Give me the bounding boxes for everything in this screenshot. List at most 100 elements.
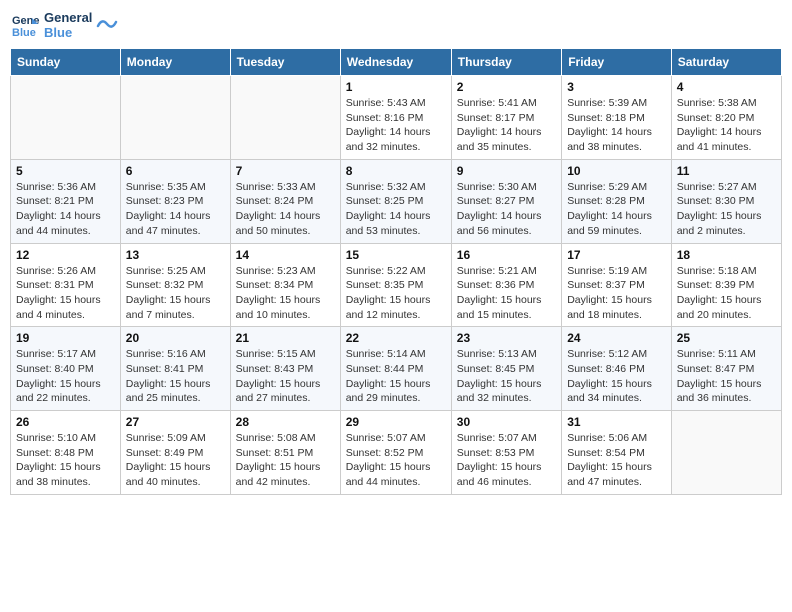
day-number: 20 [126, 331, 225, 345]
day-number: 28 [236, 415, 335, 429]
day-info: Sunrise: 5:07 AM Sunset: 8:52 PM Dayligh… [346, 431, 446, 490]
calendar-cell: 17 Sunrise: 5:19 AM Sunset: 8:37 PM Dayli… [562, 243, 672, 327]
day-number: 21 [236, 331, 335, 345]
day-number: 26 [16, 415, 115, 429]
day-info: Sunrise: 5:13 AM Sunset: 8:45 PM Dayligh… [457, 347, 556, 406]
calendar-week-5: 26Sunrise: 5:10 AM Sunset: 8:48 PM Dayli… [11, 411, 782, 495]
day-info: Sunrise: 5:19 AM Sunset: 8:37 PM Dayligh… [567, 264, 666, 323]
day-number: 2 [457, 80, 556, 94]
calendar-cell: 2 Sunrise: 5:41 AM Sunset: 8:17 PM Daylig… [451, 76, 561, 160]
calendar-table: SundayMondayTuesdayWednesdayThursdayFrid… [10, 48, 782, 495]
day-number: 11 [677, 164, 776, 178]
day-info: Sunrise: 5:11 AM Sunset: 8:47 PM Dayligh… [677, 347, 776, 406]
calendar-body: 1 Sunrise: 5:43 AM Sunset: 8:16 PM Daylig… [11, 76, 782, 495]
day-info: Sunrise: 5:41 AM Sunset: 8:17 PM Dayligh… [457, 96, 556, 155]
day-number: 24 [567, 331, 666, 345]
day-info: Sunrise: 5:38 AM Sunset: 8:20 PM Dayligh… [677, 96, 776, 155]
day-number: 1 [346, 80, 446, 94]
day-info: Sunrise: 5:23 AM Sunset: 8:34 PM Dayligh… [236, 264, 335, 323]
day-info: Sunrise: 5:33 AM Sunset: 8:24 PM Dayligh… [236, 180, 335, 239]
calendar-week-1: 1 Sunrise: 5:43 AM Sunset: 8:16 PM Daylig… [11, 76, 782, 160]
day-info: Sunrise: 5:15 AM Sunset: 8:43 PM Dayligh… [236, 347, 335, 406]
calendar-cell: 18 Sunrise: 5:18 AM Sunset: 8:39 PM Dayli… [671, 243, 781, 327]
day-info: Sunrise: 5:39 AM Sunset: 8:18 PM Dayligh… [567, 96, 666, 155]
day-number: 10 [567, 164, 666, 178]
weekday-header-monday: Monday [120, 49, 230, 76]
calendar-cell: 12Sunrise: 5:26 AM Sunset: 8:31 PM Dayli… [11, 243, 121, 327]
weekday-header-tuesday: Tuesday [230, 49, 340, 76]
calendar-cell: 10Sunrise: 5:29 AM Sunset: 8:28 PM Dayli… [562, 159, 672, 243]
calendar-cell: 26Sunrise: 5:10 AM Sunset: 8:48 PM Dayli… [11, 411, 121, 495]
calendar-cell: 13 Sunrise: 5:25 AM Sunset: 8:32 PM Dayli… [120, 243, 230, 327]
day-number: 3 [567, 80, 666, 94]
day-info: Sunrise: 5:32 AM Sunset: 8:25 PM Dayligh… [346, 180, 446, 239]
day-number: 4 [677, 80, 776, 94]
day-info: Sunrise: 5:12 AM Sunset: 8:46 PM Dayligh… [567, 347, 666, 406]
weekday-header-wednesday: Wednesday [340, 49, 451, 76]
weekday-header-friday: Friday [562, 49, 672, 76]
day-number: 8 [346, 164, 446, 178]
day-info: Sunrise: 5:26 AM Sunset: 8:31 PM Dayligh… [16, 264, 115, 323]
day-info: Sunrise: 5:14 AM Sunset: 8:44 PM Dayligh… [346, 347, 446, 406]
day-number: 19 [16, 331, 115, 345]
calendar-cell: 20Sunrise: 5:16 AM Sunset: 8:41 PM Dayli… [120, 327, 230, 411]
calendar-cell: 16Sunrise: 5:21 AM Sunset: 8:36 PM Dayli… [451, 243, 561, 327]
day-number: 17 [567, 248, 666, 262]
page-header: General Blue General Blue [10, 10, 782, 40]
calendar-cell [671, 411, 781, 495]
logo-icon: General Blue [10, 10, 40, 40]
day-number: 18 [677, 248, 776, 262]
calendar-week-4: 19Sunrise: 5:17 AM Sunset: 8:40 PM Dayli… [11, 327, 782, 411]
calendar-cell: 31 Sunrise: 5:06 AM Sunset: 8:54 PM Dayli… [562, 411, 672, 495]
logo-general: General [44, 10, 92, 25]
calendar-cell: 9 Sunrise: 5:30 AM Sunset: 8:27 PM Daylig… [451, 159, 561, 243]
day-info: Sunrise: 5:27 AM Sunset: 8:30 PM Dayligh… [677, 180, 776, 239]
day-number: 14 [236, 248, 335, 262]
day-info: Sunrise: 5:30 AM Sunset: 8:27 PM Dayligh… [457, 180, 556, 239]
calendar-cell: 6Sunrise: 5:35 AM Sunset: 8:23 PM Daylig… [120, 159, 230, 243]
calendar-cell: 14 Sunrise: 5:23 AM Sunset: 8:34 PM Dayli… [230, 243, 340, 327]
logo: General Blue General Blue [10, 10, 118, 40]
day-info: Sunrise: 5:22 AM Sunset: 8:35 PM Dayligh… [346, 264, 446, 323]
calendar-cell: 30 Sunrise: 5:07 AM Sunset: 8:53 PM Dayli… [451, 411, 561, 495]
day-number: 23 [457, 331, 556, 345]
day-info: Sunrise: 5:35 AM Sunset: 8:23 PM Dayligh… [126, 180, 225, 239]
day-number: 25 [677, 331, 776, 345]
day-info: Sunrise: 5:18 AM Sunset: 8:39 PM Dayligh… [677, 264, 776, 323]
calendar-cell: 28 Sunrise: 5:08 AM Sunset: 8:51 PM Dayli… [230, 411, 340, 495]
calendar-cell: 24 Sunrise: 5:12 AM Sunset: 8:46 PM Dayli… [562, 327, 672, 411]
calendar-cell: 5Sunrise: 5:36 AM Sunset: 8:21 PM Daylig… [11, 159, 121, 243]
day-number: 5 [16, 164, 115, 178]
calendar-cell: 19Sunrise: 5:17 AM Sunset: 8:40 PM Dayli… [11, 327, 121, 411]
logo-wave-icon [96, 16, 118, 34]
day-number: 13 [126, 248, 225, 262]
day-number: 9 [457, 164, 556, 178]
calendar-cell [11, 76, 121, 160]
logo-blue: Blue [44, 25, 92, 40]
weekday-header-row: SundayMondayTuesdayWednesdayThursdayFrid… [11, 49, 782, 76]
calendar-cell: 4 Sunrise: 5:38 AM Sunset: 8:20 PM Daylig… [671, 76, 781, 160]
calendar-cell: 3 Sunrise: 5:39 AM Sunset: 8:18 PM Daylig… [562, 76, 672, 160]
svg-text:General: General [12, 15, 40, 27]
day-info: Sunrise: 5:09 AM Sunset: 8:49 PM Dayligh… [126, 431, 225, 490]
calendar-cell [230, 76, 340, 160]
day-info: Sunrise: 5:21 AM Sunset: 8:36 PM Dayligh… [457, 264, 556, 323]
logo-text-block: General Blue [44, 10, 92, 40]
calendar-cell [120, 76, 230, 160]
day-info: Sunrise: 5:43 AM Sunset: 8:16 PM Dayligh… [346, 96, 446, 155]
calendar-cell: 23 Sunrise: 5:13 AM Sunset: 8:45 PM Dayli… [451, 327, 561, 411]
day-number: 7 [236, 164, 335, 178]
day-number: 22 [346, 331, 446, 345]
day-info: Sunrise: 5:06 AM Sunset: 8:54 PM Dayligh… [567, 431, 666, 490]
calendar-cell: 7 Sunrise: 5:33 AM Sunset: 8:24 PM Daylig… [230, 159, 340, 243]
day-number: 30 [457, 415, 556, 429]
calendar-cell: 15Sunrise: 5:22 AM Sunset: 8:35 PM Dayli… [340, 243, 451, 327]
day-info: Sunrise: 5:07 AM Sunset: 8:53 PM Dayligh… [457, 431, 556, 490]
calendar-week-3: 12Sunrise: 5:26 AM Sunset: 8:31 PM Dayli… [11, 243, 782, 327]
day-info: Sunrise: 5:08 AM Sunset: 8:51 PM Dayligh… [236, 431, 335, 490]
day-info: Sunrise: 5:25 AM Sunset: 8:32 PM Dayligh… [126, 264, 225, 323]
calendar-cell: 22 Sunrise: 5:14 AM Sunset: 8:44 PM Dayli… [340, 327, 451, 411]
day-number: 27 [126, 415, 225, 429]
day-number: 31 [567, 415, 666, 429]
calendar-cell: 21 Sunrise: 5:15 AM Sunset: 8:43 PM Dayli… [230, 327, 340, 411]
